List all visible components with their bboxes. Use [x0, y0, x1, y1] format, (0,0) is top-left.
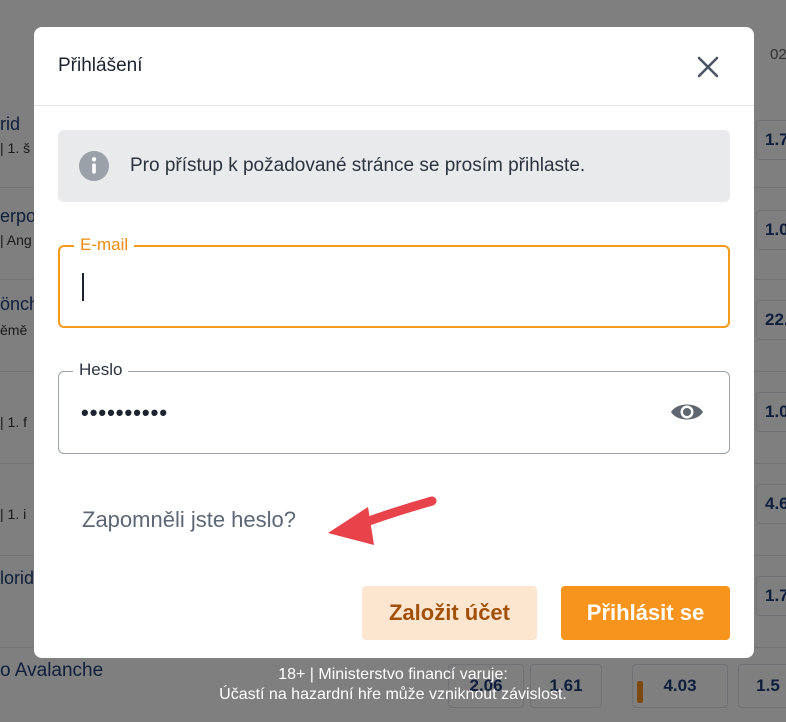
login-modal: Přihlášení Pro přístup k požadované strá… [34, 27, 754, 658]
text-caret [82, 273, 84, 301]
modal-header: Přihlášení [34, 27, 754, 106]
eye-icon[interactable] [669, 397, 705, 427]
info-text: Pro přístup k požadované stránce se pros… [130, 155, 586, 176]
forgot-password-link[interactable]: Zapomněli jste heslo? [82, 507, 296, 533]
red-arrow-icon [324, 487, 444, 547]
info-message: Pro přístup k požadované stránce se pros… [58, 130, 730, 202]
gambling-warning: 18+ | Ministerstvo financí varuje: Účast… [0, 665, 786, 705]
email-input[interactable] [82, 247, 658, 326]
password-field[interactable]: Heslo [58, 360, 730, 454]
gambling-warning-line-2: Účastí na hazardní hře může vzniknout zá… [219, 686, 567, 703]
info-icon [79, 151, 109, 181]
register-button[interactable]: Založit účet [362, 586, 537, 640]
modal-title: Přihlášení [58, 55, 143, 76]
email-field[interactable]: E-mail [58, 235, 730, 328]
gambling-warning-line-1: 18+ | Ministerstvo financí varuje: [278, 666, 508, 683]
close-icon[interactable] [694, 53, 722, 81]
password-input[interactable] [81, 372, 659, 453]
login-button[interactable]: Přihlásit se [561, 586, 730, 640]
